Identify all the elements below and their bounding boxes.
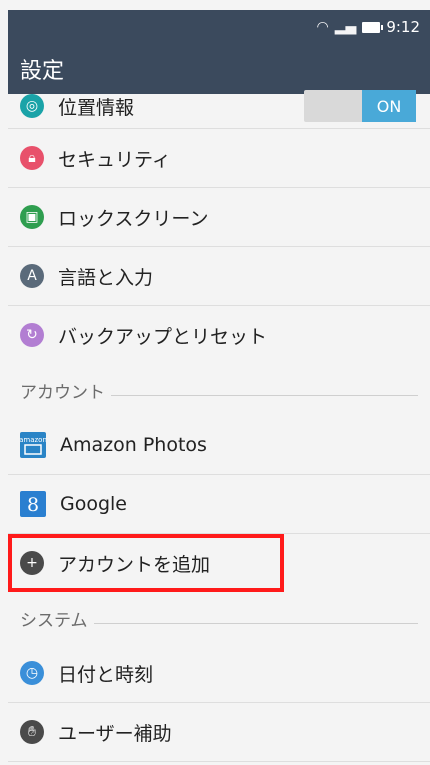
svg-text:8: 8 — [27, 494, 39, 516]
lockscreen-icon: ▣ — [20, 205, 44, 229]
account-google[interactable]: 8 Google — [8, 475, 430, 534]
amazon-photos-icon: amazon — [20, 432, 46, 458]
section-accounts: アカウント — [8, 364, 430, 416]
setting-accessibility[interactable]: ✋︎ ユーザー補助 — [8, 703, 430, 762]
setting-date-time[interactable]: ◷ 日付と時刻 — [8, 644, 430, 703]
page-title: 設定 — [20, 59, 65, 84]
settings-list: ◎ 位置情報 ON 🔒︎ セキュリティ ▣ ロックスクリーン A 言語と入力 ↻… — [8, 84, 430, 762]
wifi-icon: ◠ — [316, 19, 329, 35]
lock-icon: 🔒︎ — [20, 146, 44, 170]
setting-label: 言語と入力 — [58, 266, 154, 289]
setting-lockscreen[interactable]: ▣ ロックスクリーン — [8, 188, 430, 247]
setting-label: バックアップとリセット — [58, 325, 268, 348]
setting-backup[interactable]: ↻ バックアップとリセット — [8, 306, 430, 364]
account-amazon-photos[interactable]: amazon Amazon Photos — [8, 416, 430, 475]
signal-icon: ▂▄ — [334, 19, 357, 35]
add-account-button[interactable]: + アカウントを追加 — [8, 534, 430, 592]
account-label: Amazon Photos — [60, 434, 207, 456]
hand-icon: ✋︎ — [20, 720, 44, 744]
clock-icon: ◷ — [20, 661, 44, 685]
setting-label: セキュリティ — [58, 148, 171, 171]
setting-language[interactable]: A 言語と入力 — [8, 247, 430, 306]
toggle-state: ON — [362, 90, 416, 122]
google-icon: 8 — [20, 491, 46, 517]
location-icon: ◎ — [20, 94, 44, 118]
account-label: Google — [60, 493, 128, 515]
section-divider — [111, 394, 418, 396]
section-divider — [93, 622, 418, 624]
setting-label: 日付と時刻 — [58, 663, 154, 686]
setting-label: ロックスクリーン — [58, 207, 209, 230]
backup-icon: ↻ — [20, 323, 44, 347]
section-title: システム — [20, 610, 88, 631]
settings-screen: ◠ ▂▄ 9:12 設定 ◎ 位置情報 ON 🔒︎ セキュリティ ▣ ロックスク… — [8, 10, 430, 765]
setting-location[interactable]: ◎ 位置情報 ON — [8, 84, 430, 129]
svg-text:amazon: amazon — [20, 436, 46, 444]
location-toggle[interactable]: ON — [304, 90, 416, 122]
setting-security[interactable]: 🔒︎ セキュリティ — [8, 129, 430, 188]
setting-label: ユーザー補助 — [58, 722, 172, 745]
battery-icon — [362, 21, 384, 33]
section-system: システム — [8, 592, 430, 644]
setting-label: 位置情報 — [58, 96, 135, 119]
section-title: アカウント — [20, 382, 105, 403]
status-bar: ◠ ▂▄ 9:12 — [8, 10, 430, 44]
status-time: 9:12 — [386, 18, 420, 36]
language-icon: A — [20, 264, 44, 288]
highlight-box — [8, 534, 284, 592]
